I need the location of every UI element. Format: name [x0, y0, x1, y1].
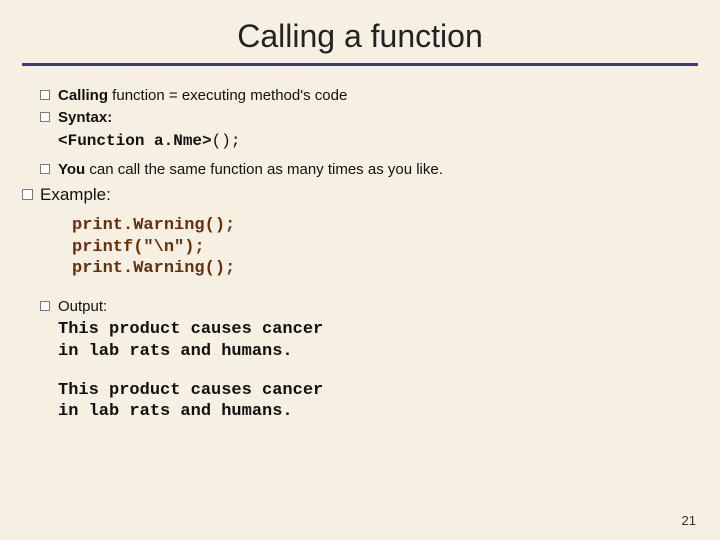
bullet-lead: You [58, 161, 85, 178]
bullet-lead: Calling [58, 87, 108, 104]
code-line: printf("\n"); [72, 237, 682, 258]
bullet-syntax: Syntax: [58, 108, 682, 128]
checkbox-icon [22, 189, 33, 200]
example-label: Example: [40, 184, 682, 207]
output-block: This product causes cancer in lab rats a… [58, 319, 682, 422]
page-number: 21 [682, 513, 696, 528]
checkbox-icon [40, 112, 50, 122]
slide-content: Calling function = executing method's co… [0, 86, 720, 422]
output-paragraph: This product causes cancer in lab rats a… [58, 380, 682, 423]
output-paragraph: This product causes cancer in lab rats a… [58, 319, 682, 362]
output-line: This product causes cancer [58, 380, 682, 401]
output-line: This product causes cancer [58, 319, 682, 340]
syntax-function-name: <Function a.Nme> [58, 132, 212, 150]
bullet-you-can: You can call the same function as many t… [58, 160, 682, 180]
bullet-text: function = executing method's code [108, 87, 347, 104]
bullet-output: Output: [58, 297, 682, 317]
code-block: print.Warning(); printf("\n"); print.War… [72, 215, 682, 279]
checkbox-icon [40, 164, 50, 174]
syntax-parens: (); [212, 132, 241, 150]
bullet-calling: Calling function = executing method's co… [58, 86, 682, 106]
output-line: in lab rats and humans. [58, 341, 682, 362]
bullet-lead: Syntax: [58, 109, 112, 126]
slide-title: Calling a function [0, 0, 720, 63]
title-underline [22, 63, 698, 66]
bullet-text: can call the same function as many times… [85, 161, 443, 178]
syntax-line: <Function a.Nme>(); [58, 131, 682, 153]
code-line: print.Warning(); [72, 215, 682, 236]
checkbox-icon [40, 90, 50, 100]
output-label: Output: [58, 298, 107, 315]
checkbox-icon [40, 301, 50, 311]
example-text: Example: [40, 185, 111, 204]
code-line: print.Warning(); [72, 258, 682, 279]
output-line: in lab rats and humans. [58, 401, 682, 422]
